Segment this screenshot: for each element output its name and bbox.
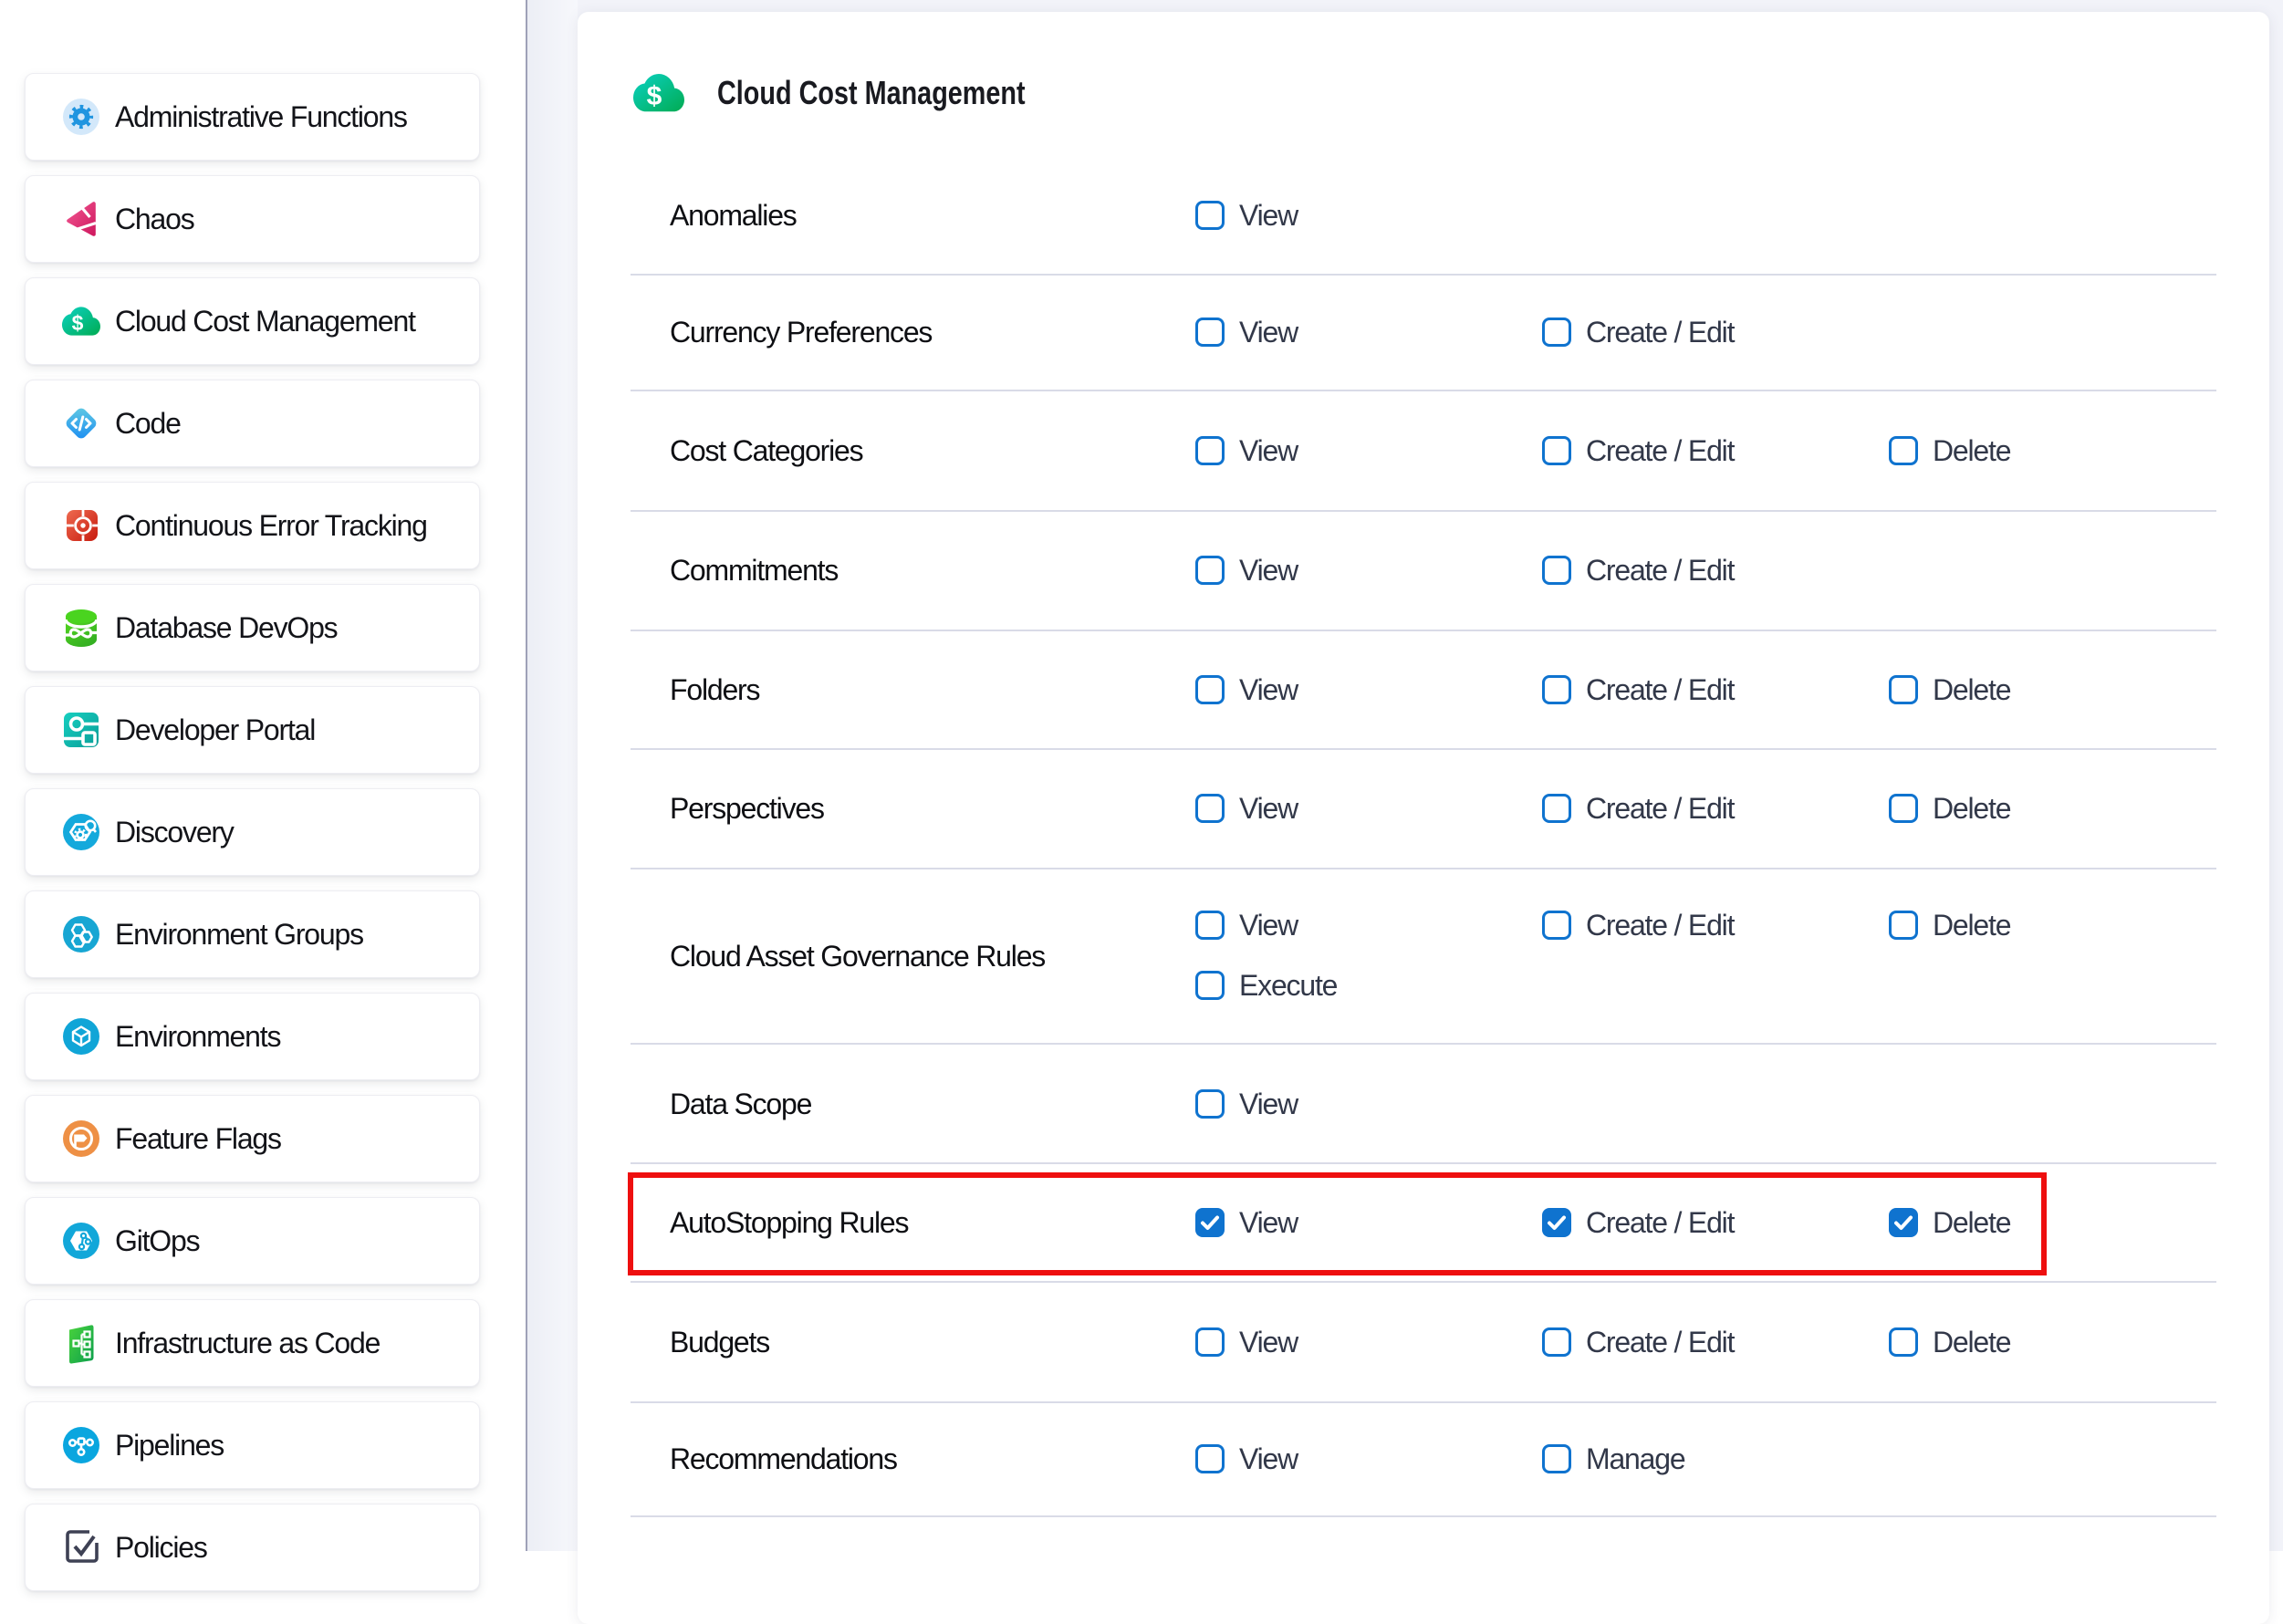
- svg-text:$: $: [72, 311, 84, 335]
- svg-text:$: $: [647, 81, 662, 111]
